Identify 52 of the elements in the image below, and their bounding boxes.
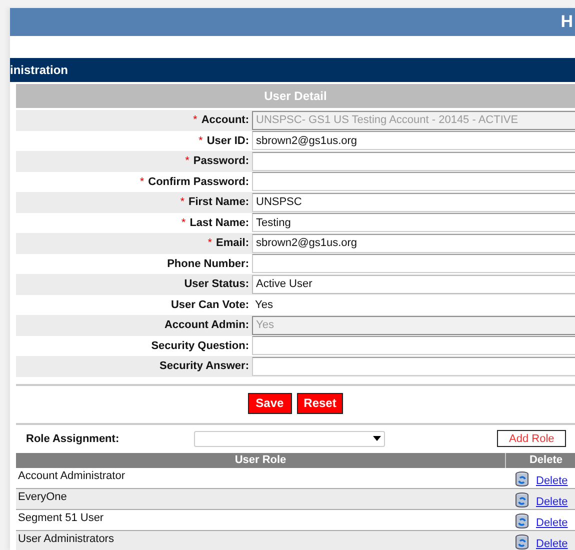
field-label: Password: [193,155,249,168]
input-field[interactable]: sbrown2@gs1us.org [252,234,575,253]
required-mark: * [198,134,203,147]
trash-can-icon[interactable] [515,512,529,528]
field-label: Confirm Password: [148,176,249,188]
header-title: H [560,12,573,32]
field-label: First Name: [188,196,249,208]
select-field[interactable]: Active User [252,274,575,294]
form-button[interactable]: Save [248,392,292,414]
input-field[interactable]: sbrown2@gs1us.org [252,131,575,150]
table-cell-text: EveryOne [17,490,68,504]
input-field[interactable]: Testing [252,213,575,232]
trash-can-icon[interactable] [515,470,529,486]
input-field[interactable] [252,152,575,171]
field-label: User Status: [184,278,249,290]
trash-can-icon[interactable] [515,534,529,550]
delete-link[interactable]: Delete [536,474,568,486]
input-field[interactable] [252,172,575,192]
column-header: Delete [528,454,564,466]
field-label: Account: [201,114,249,126]
input-field[interactable] [252,356,575,376]
input-field[interactable] [252,336,575,356]
role-assignment-label: Role Assignment: [25,432,120,444]
required-mark: * [193,114,198,126]
required-mark: * [140,176,144,188]
field-label: User Can Vote: [170,298,249,311]
panel-title: User Detail [264,89,327,103]
section-title: inistration [10,63,68,77]
table-cell-text: Account Administrator [17,468,126,484]
field-value: Yes [254,298,274,313]
trash-can-icon[interactable] [515,492,529,508]
required-mark: * [180,196,184,208]
field-label: Last Name: [190,216,249,229]
add-role-button[interactable]: Add Role [497,430,566,447]
field-label: Security Question: [151,340,249,352]
form-button[interactable]: Reset [296,392,344,414]
input-field[interactable]: UNSPSC [252,192,575,212]
field-label: Security Answer: [160,360,249,372]
field-label: Account Admin: [164,319,249,332]
input-field[interactable] [252,254,575,274]
delete-link[interactable]: Delete [536,496,568,508]
required-mark: * [185,155,190,168]
delete-link[interactable]: Delete [536,516,568,528]
table-cell-text: Segment 51 User [17,510,105,526]
required-mark: * [181,216,186,229]
field-label: User ID: [206,134,249,147]
table-cell-text: User Administrators [17,532,115,546]
field-label: Phone Number: [167,258,249,270]
required-mark: * [208,237,212,250]
field-label: Email: [216,237,249,250]
dropdown-caret-icon[interactable] [373,436,381,441]
delete-link[interactable]: Delete [536,538,568,550]
